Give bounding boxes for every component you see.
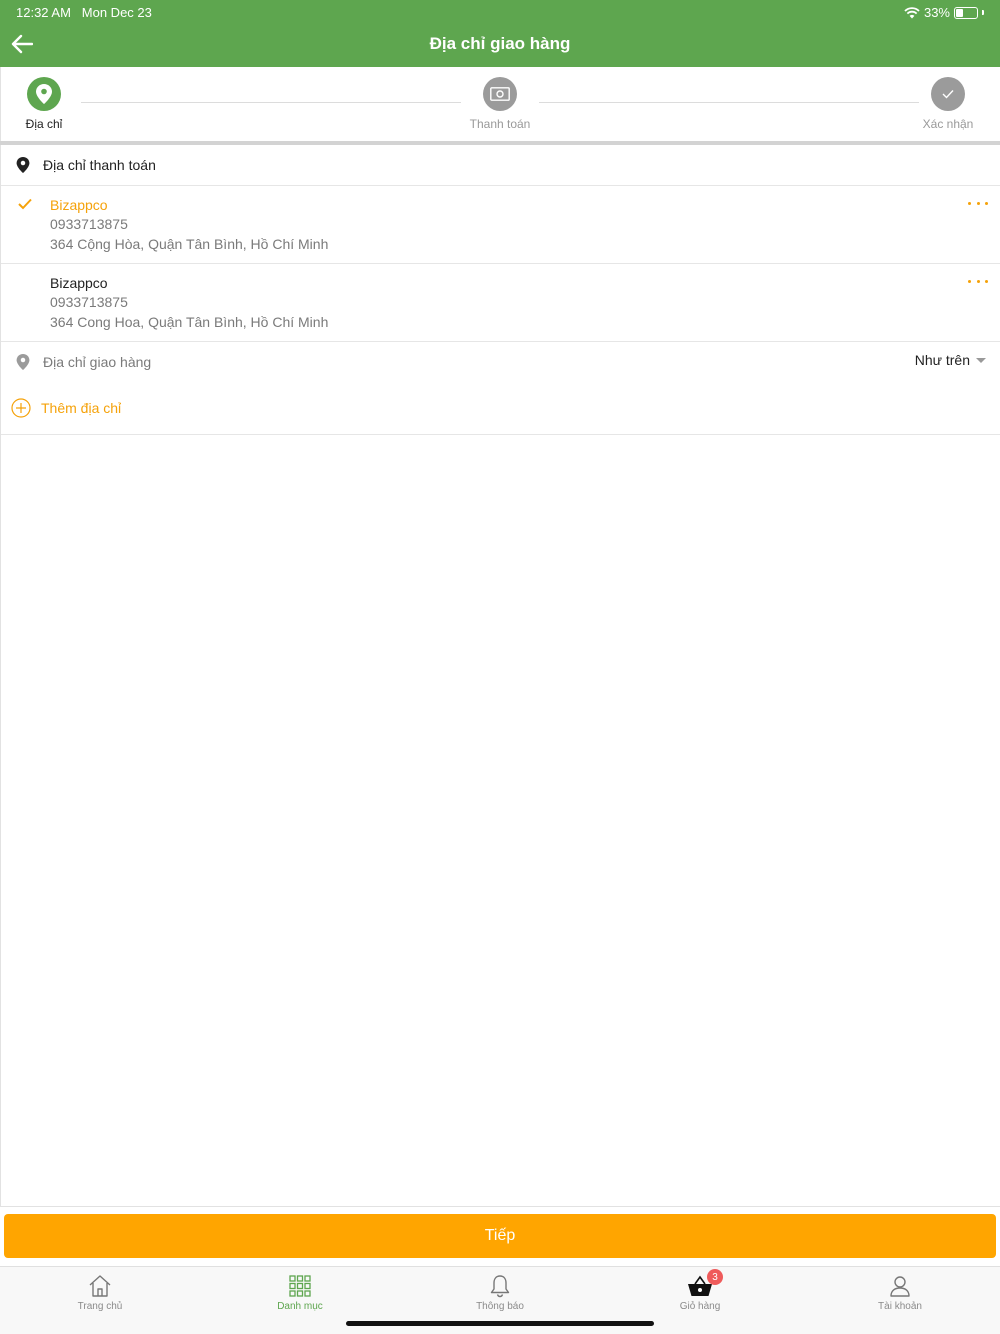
step-circle [483,77,517,111]
address-name: Bizappco [50,275,108,291]
tab-account[interactable]: Tài khoản [840,1273,960,1312]
more-options-icon[interactable] [968,198,988,208]
address-street: 364 Cong Hoa, Quận Tân Bình, Hồ Chí Minh [50,314,329,330]
battery-percent: 33% [923,5,950,20]
page-title: Địa chỉ giao hàng [429,34,571,53]
location-pin-icon [16,157,30,173]
address-name: Bizappco [50,197,108,213]
more-options-icon[interactable] [968,276,988,286]
location-pin-icon [36,84,52,104]
tab-label: Danh mục [277,1301,323,1312]
address-item-selected[interactable]: Bizappco 0933713875 364 Cộng Hòa, Quận T… [1,186,1000,264]
tab-label: Trang chủ [77,1301,123,1312]
step-label: Xác nhận [922,117,974,131]
add-address-button[interactable]: Thêm địa chỉ [1,382,1000,435]
tab-notifications[interactable]: Thông báo [440,1273,560,1312]
tab-home[interactable]: Trang chủ [40,1273,160,1312]
tab-label: Giỏ hàng [679,1301,721,1312]
address-phone: 0933713875 [50,294,128,310]
checkmark-icon [18,198,32,210]
status-indicators: 33% [904,5,984,20]
tab-categories[interactable]: Danh mục [240,1273,360,1312]
shipping-select[interactable]: Như trên [915,352,986,368]
grid-icon [289,1275,311,1297]
address-item[interactable]: Bizappco 0933713875 364 Cong Hoa, Quận T… [1,264,1000,342]
step-label: Thanh toán [469,117,531,131]
step-connector [539,102,919,103]
cash-icon [490,87,510,101]
cart-badge: 3 [707,1269,723,1285]
checkout-steps: Địa chỉ Thanh toán Xác nhận [0,67,1000,141]
step-confirm: Xác nhận [908,77,988,131]
step-circle [27,77,61,111]
step-address: Địa chỉ [4,77,84,131]
step-connector [81,102,461,103]
next-button[interactable]: Tiếp [4,1214,996,1258]
shipping-address-row: Địa chỉ giao hàng Như trên [1,342,1000,382]
home-indicator [346,1321,654,1326]
caret-down-icon [976,357,986,363]
user-icon [890,1276,910,1297]
shipping-label: Địa chỉ giao hàng [43,354,152,370]
add-address-label: Thêm địa chỉ [41,400,122,416]
step-payment: Thanh toán [460,77,540,131]
status-time: 12:32 AM Mon Dec 23 [16,5,152,20]
address-content: Địa chỉ thanh toán Bizappco 0933713875 3… [0,145,1000,1207]
wifi-icon [904,6,920,18]
home-icon [89,1275,111,1297]
app-header: 12:32 AM Mon Dec 23 33% Địa chỉ giao hàn… [0,0,1000,67]
billing-title: Địa chỉ thanh toán [43,157,156,173]
step-label: Địa chỉ [25,117,63,131]
location-pin-icon [16,354,30,370]
tab-label: Tài khoản [878,1301,922,1312]
battery-icon [954,6,978,19]
address-street: 364 Cộng Hòa, Quận Tân Bình, Hồ Chí Minh [50,236,329,252]
checkmark-icon [942,90,954,99]
step-circle [931,77,965,111]
tab-cart[interactable]: 3 Giỏ hàng [640,1269,760,1312]
shipping-select-value: Như trên [914,352,970,368]
tab-label: Thông báo [476,1301,524,1312]
bell-icon [490,1275,510,1298]
billing-section-header: Địa chỉ thanh toán [1,145,1000,186]
plus-circle-icon [11,398,31,418]
address-phone: 0933713875 [50,216,128,232]
